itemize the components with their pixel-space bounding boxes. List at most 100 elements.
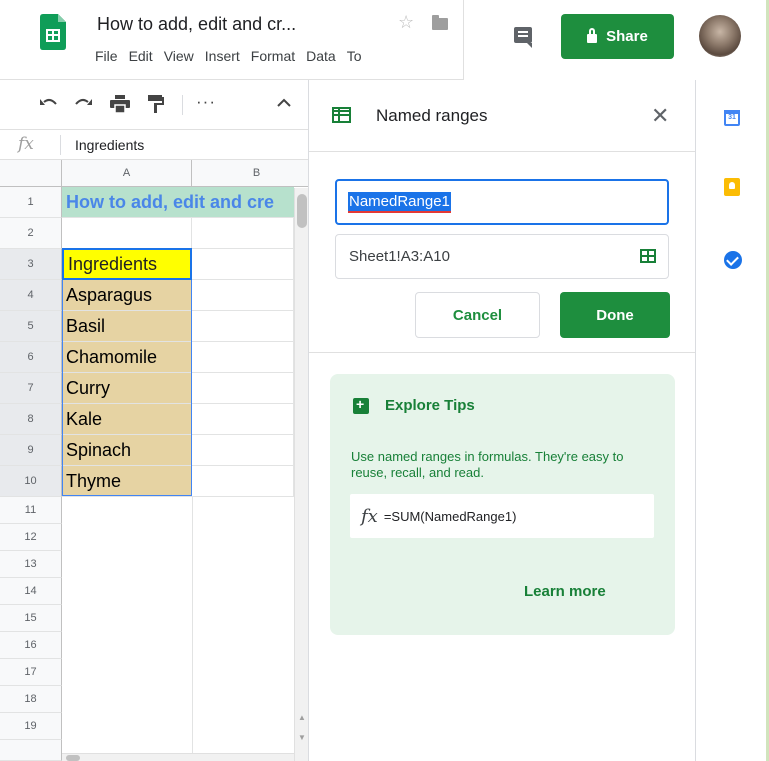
- row-header[interactable]: [0, 740, 62, 761]
- print-icon[interactable]: [110, 95, 130, 118]
- calendar-icon[interactable]: 31: [724, 110, 740, 126]
- explore-tips-card: Explore Tips Use named ranges in formula…: [330, 374, 675, 635]
- toolbar: ···: [0, 80, 308, 130]
- vertical-scroll-thumb[interactable]: [297, 194, 307, 228]
- menu-insert[interactable]: Insert: [205, 48, 240, 64]
- row-header[interactable]: 11: [0, 497, 62, 524]
- spreadsheet-grid: A B 1 2 3 4 5 6 7 8 9 10 11 12 13 14 15 …: [0, 160, 308, 761]
- menu-tools[interactable]: To: [347, 48, 362, 64]
- row-header[interactable]: 1: [0, 187, 62, 218]
- keep-icon[interactable]: [724, 178, 740, 196]
- sheets-window: How to add, edit and cr... ☆ File Edit V…: [0, 0, 769, 761]
- cell-b[interactable]: [192, 373, 294, 404]
- select-range-icon[interactable]: [640, 249, 656, 263]
- star-icon[interactable]: ☆: [398, 12, 414, 33]
- row-header[interactable]: 6: [0, 342, 62, 373]
- lock-icon: [587, 28, 598, 43]
- cell-b2[interactable]: [192, 218, 294, 249]
- cancel-button[interactable]: Cancel: [415, 292, 540, 338]
- cell-b[interactable]: [192, 435, 294, 466]
- row-header[interactable]: 5: [0, 311, 62, 342]
- tips-title: Explore Tips: [385, 397, 475, 414]
- row-header[interactable]: 19: [0, 713, 62, 740]
- app-header: How to add, edit and cr... ☆ File Edit V…: [0, 0, 769, 80]
- row-header[interactable]: 10: [0, 466, 62, 497]
- row-header[interactable]: 17: [0, 659, 62, 686]
- cell-a1-title[interactable]: How to add, edit and cre: [62, 187, 294, 218]
- undo-icon[interactable]: [39, 95, 59, 115]
- toolbar-divider: [182, 95, 183, 115]
- column-header-b[interactable]: B: [192, 160, 308, 187]
- row-header[interactable]: 8: [0, 404, 62, 435]
- horizontal-scrollbar[interactable]: [62, 753, 294, 761]
- row-header[interactable]: 16: [0, 632, 62, 659]
- vertical-scrollbar[interactable]: [294, 188, 308, 761]
- cell-b[interactable]: [192, 404, 294, 435]
- close-icon[interactable]: ✕: [651, 103, 669, 129]
- cell-ingredient[interactable]: Curry: [62, 373, 192, 404]
- named-range-icon: [332, 107, 351, 123]
- cell-ingredient[interactable]: Chamomile: [62, 342, 192, 373]
- paint-format-icon[interactable]: [148, 95, 164, 118]
- sheets-logo-icon[interactable]: [40, 14, 66, 50]
- row-header[interactable]: 14: [0, 578, 62, 605]
- avatar[interactable]: [699, 15, 741, 57]
- scroll-up-arrow-icon[interactable]: ▲: [298, 713, 306, 722]
- redo-icon[interactable]: [73, 95, 93, 115]
- more-icon[interactable]: ···: [196, 92, 216, 112]
- side-panel: 31: [695, 80, 769, 761]
- active-cell-a3[interactable]: Ingredients: [62, 248, 192, 280]
- formula-example: fx =SUM(NamedRange1): [350, 494, 654, 538]
- cell-ingredient[interactable]: Asparagus: [62, 280, 192, 311]
- row-header[interactable]: 3: [0, 249, 62, 280]
- formula-divider: [60, 135, 61, 155]
- document-title[interactable]: How to add, edit and cr...: [97, 14, 296, 35]
- select-all-corner[interactable]: [0, 160, 62, 187]
- fx-icon: fx: [361, 505, 378, 527]
- done-button[interactable]: Done: [560, 292, 670, 338]
- comment-history-icon[interactable]: [514, 27, 532, 48]
- column-gridline: [192, 497, 193, 753]
- range-reference-value: Sheet1!A3:A10: [349, 248, 450, 265]
- range-reference-input[interactable]: Sheet1!A3:A10: [335, 234, 669, 279]
- cell-ingredient[interactable]: Basil: [62, 311, 192, 342]
- row-header[interactable]: 12: [0, 524, 62, 551]
- row-header[interactable]: 9: [0, 435, 62, 466]
- row-header[interactable]: 4: [0, 280, 62, 311]
- panel-header: Named ranges ✕: [309, 80, 696, 152]
- range-name-input[interactable]: NamedRange1: [335, 179, 669, 225]
- tasks-icon[interactable]: [724, 251, 742, 269]
- formula-example-text: =SUM(NamedRange1): [383, 508, 517, 524]
- share-button[interactable]: Share: [561, 14, 674, 59]
- cell-b[interactable]: [192, 466, 294, 497]
- menu-bar: File Edit View Insert Format Data To: [95, 48, 460, 64]
- row-header[interactable]: 2: [0, 218, 62, 249]
- cell-b[interactable]: [192, 342, 294, 373]
- row-header[interactable]: 15: [0, 605, 62, 632]
- formula-input[interactable]: Ingredients: [75, 137, 144, 153]
- cell-a2[interactable]: [62, 218, 192, 249]
- row-header[interactable]: 7: [0, 373, 62, 404]
- cell-b[interactable]: [192, 280, 294, 311]
- learn-more-link[interactable]: Learn more: [524, 583, 606, 600]
- formula-bar: fx Ingredients: [0, 130, 308, 160]
- cell-b[interactable]: [192, 249, 294, 280]
- panel-divider: [309, 352, 696, 353]
- menu-view[interactable]: View: [164, 48, 194, 64]
- menu-data[interactable]: Data: [306, 48, 336, 64]
- menu-format[interactable]: Format: [251, 48, 295, 64]
- scroll-down-arrow-icon[interactable]: ▼: [298, 733, 306, 742]
- header-actions: Share: [463, 0, 769, 80]
- cell-ingredient[interactable]: Thyme: [62, 466, 192, 497]
- menu-file[interactable]: File: [95, 48, 118, 64]
- folder-icon[interactable]: [432, 15, 448, 30]
- menu-edit[interactable]: Edit: [129, 48, 153, 64]
- cell-ingredient[interactable]: Kale: [62, 404, 192, 435]
- column-header-a[interactable]: A: [62, 160, 192, 187]
- row-header[interactable]: 13: [0, 551, 62, 578]
- horizontal-scroll-thumb[interactable]: [66, 755, 80, 761]
- row-header[interactable]: 18: [0, 686, 62, 713]
- cell-ingredient[interactable]: Spinach: [62, 435, 192, 466]
- chevron-up-icon[interactable]: [277, 93, 291, 113]
- cell-b[interactable]: [192, 311, 294, 342]
